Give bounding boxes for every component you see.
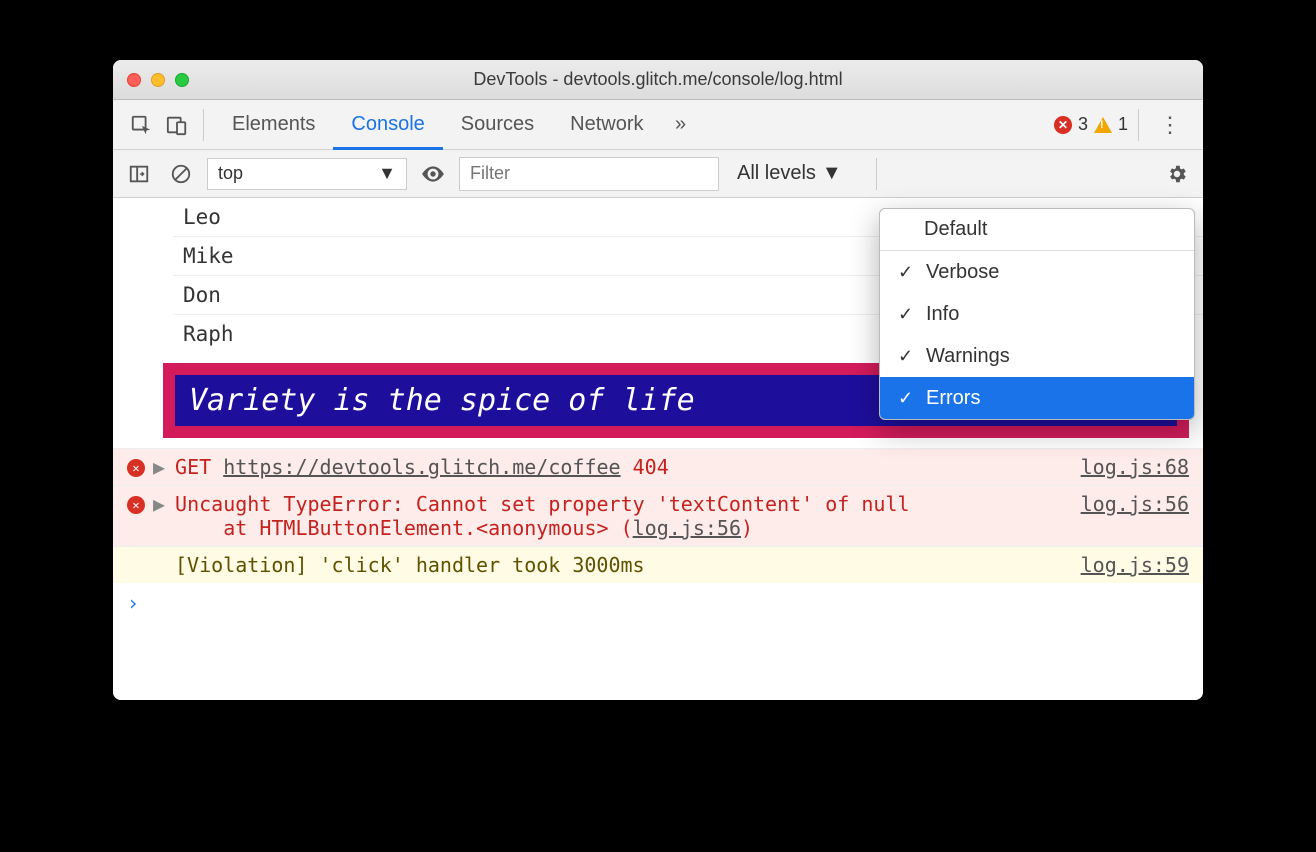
error-badge-icon: ✕ bbox=[1054, 116, 1072, 134]
stack-prefix: at HTMLButtonElement.<anonymous> ( bbox=[223, 516, 632, 540]
main-toolbar: Elements Console Sources Network » ✕ 3 1… bbox=[113, 100, 1203, 150]
toggle-sidebar-icon[interactable] bbox=[123, 158, 155, 190]
tab-sources[interactable]: Sources bbox=[443, 100, 552, 150]
menu-label: Errors bbox=[926, 387, 980, 410]
error-count: 3 bbox=[1078, 114, 1088, 135]
console-prompt[interactable]: › bbox=[113, 583, 1203, 623]
devtools-window: DevTools - devtools.glitch.me/console/lo… bbox=[113, 60, 1203, 700]
live-expression-icon[interactable] bbox=[417, 158, 449, 190]
chevron-down-icon: ▼ bbox=[378, 163, 396, 184]
request-url-link[interactable]: https://devtools.glitch.me/coffee bbox=[223, 455, 620, 479]
source-link[interactable]: log.js:56 bbox=[1081, 492, 1189, 516]
log-levels-dropdown[interactable]: All levels ▼ bbox=[729, 162, 850, 185]
levels-menu-default[interactable]: Default bbox=[880, 209, 1194, 251]
more-tabs-button[interactable]: » bbox=[666, 113, 696, 136]
context-value: top bbox=[218, 163, 243, 184]
stack-suffix: ) bbox=[741, 516, 753, 540]
console-toolbar: top ▼ All levels ▼ bbox=[113, 150, 1203, 198]
tab-console[interactable]: Console bbox=[333, 100, 442, 150]
levels-menu-verbose[interactable]: ✓ Verbose bbox=[880, 251, 1194, 293]
panel-tabs: Elements Console Sources Network bbox=[214, 100, 662, 150]
settings-menu-button[interactable]: ⋮ bbox=[1149, 112, 1191, 138]
error-icon: ✕ bbox=[127, 459, 145, 477]
zoom-window-button[interactable] bbox=[175, 73, 189, 87]
log-levels-menu: Default ✓ Verbose ✓ Info ✓ Warnings ✓ Er… bbox=[879, 208, 1195, 420]
console-violation-row: [Violation] 'click' handler took 3000ms … bbox=[113, 546, 1203, 583]
clear-console-icon[interactable] bbox=[165, 158, 197, 190]
console-error-row: ✕ ▶ Uncaught TypeError: Cannot set prope… bbox=[113, 485, 1203, 546]
tab-elements[interactable]: Elements bbox=[214, 100, 333, 150]
error-message: GET https://devtools.glitch.me/coffee 40… bbox=[175, 455, 1073, 479]
stack-source-link[interactable]: log.js:56 bbox=[633, 516, 741, 540]
device-toolbar-icon[interactable] bbox=[161, 109, 193, 141]
source-link[interactable]: log.js:59 bbox=[1081, 553, 1189, 577]
divider bbox=[876, 158, 877, 190]
source-link[interactable]: log.js:68 bbox=[1081, 455, 1189, 479]
execution-context-selector[interactable]: top ▼ bbox=[207, 158, 407, 190]
violation-text: [Violation] 'click' handler took 3000ms bbox=[175, 553, 1073, 577]
error-icon: ✕ bbox=[127, 496, 145, 514]
filter-input[interactable] bbox=[459, 157, 719, 191]
checkmark-icon: ✓ bbox=[898, 262, 916, 283]
divider bbox=[203, 109, 204, 141]
chevron-down-icon: ▼ bbox=[822, 162, 842, 185]
divider bbox=[1138, 109, 1139, 141]
levels-menu-warnings[interactable]: ✓ Warnings bbox=[880, 335, 1194, 377]
window-title: DevTools - devtools.glitch.me/console/lo… bbox=[113, 69, 1203, 90]
error-text: Uncaught TypeError: Cannot set property … bbox=[175, 492, 910, 516]
levels-menu-info[interactable]: ✓ Info bbox=[880, 293, 1194, 335]
menu-label: Info bbox=[926, 303, 959, 326]
close-window-button[interactable] bbox=[127, 73, 141, 87]
tab-network[interactable]: Network bbox=[552, 100, 661, 150]
levels-label: All levels bbox=[737, 162, 816, 185]
http-method: GET bbox=[175, 455, 211, 479]
prompt-chevron-icon: › bbox=[127, 591, 139, 615]
checkmark-icon: ✓ bbox=[898, 388, 916, 409]
issue-counter[interactable]: ✕ 3 1 bbox=[1054, 114, 1128, 135]
http-status: 404 bbox=[633, 455, 669, 479]
disclosure-triangle-icon[interactable]: ▶ bbox=[153, 492, 165, 516]
titlebar: DevTools - devtools.glitch.me/console/lo… bbox=[113, 60, 1203, 100]
minimize-window-button[interactable] bbox=[151, 73, 165, 87]
checkmark-icon: ✓ bbox=[898, 346, 916, 367]
menu-label: Verbose bbox=[926, 261, 999, 284]
disclosure-triangle-icon[interactable]: ▶ bbox=[153, 455, 165, 479]
warning-count: 1 bbox=[1118, 114, 1128, 135]
window-controls bbox=[127, 73, 189, 87]
error-message: Uncaught TypeError: Cannot set property … bbox=[175, 492, 1073, 540]
inspect-element-icon[interactable] bbox=[125, 109, 157, 141]
levels-menu-errors[interactable]: ✓ Errors bbox=[880, 377, 1194, 419]
menu-label: Warnings bbox=[926, 345, 1010, 368]
menu-label: Default bbox=[924, 218, 987, 241]
warning-badge-icon bbox=[1094, 117, 1112, 133]
console-settings-icon[interactable] bbox=[1161, 158, 1193, 190]
console-error-row: ✕ ▶ GET https://devtools.glitch.me/coffe… bbox=[113, 448, 1203, 485]
checkmark-icon: ✓ bbox=[898, 304, 916, 325]
